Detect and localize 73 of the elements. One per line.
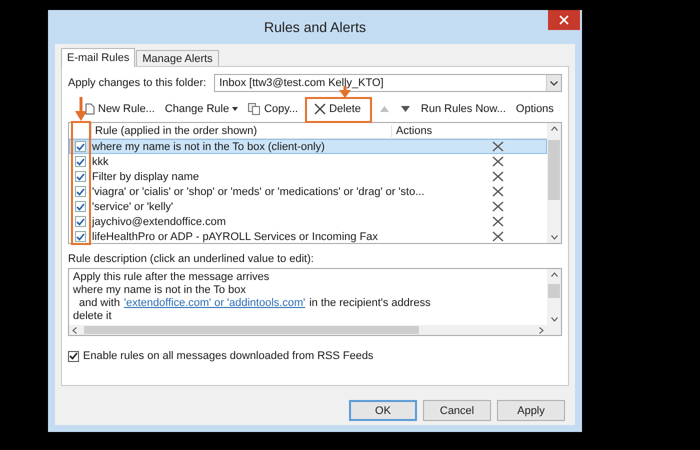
column-header: Rule (applied in the order shown) <box>92 124 392 136</box>
rule-name: Filter by display name <box>91 170 200 182</box>
rule-row[interactable]: 'service' or 'kelly' <box>69 199 547 214</box>
delete-x-icon <box>492 186 504 197</box>
tab[interactable]: E-mail Rules <box>61 48 136 67</box>
chevron-up-icon[interactable] <box>550 272 558 277</box>
scrollbar[interactable] <box>547 123 561 243</box>
new-rule-button[interactable]: New Rule... <box>82 100 158 118</box>
rule-name: kkk <box>91 156 110 168</box>
folder-dropdown[interactable]: Inbox [ttw3@test.com Kelly_KTO] <box>214 74 562 92</box>
delete-x-icon <box>492 216 504 227</box>
description-label: Rule description (click an underlined value to edit): <box>68 253 315 265</box>
delete-button[interactable]: Delete <box>311 100 364 118</box>
checkbox-label: Enable rules on all messages downloaded from RSS Feeds <box>83 350 374 362</box>
delete-x-icon <box>492 156 504 167</box>
checkbox[interactable] <box>74 231 86 242</box>
checkbox[interactable] <box>74 216 86 227</box>
chevron-down-icon[interactable] <box>550 235 558 240</box>
description-text: in the recipient's address <box>309 297 431 310</box>
copy-button[interactable]: Copy... <box>245 100 302 118</box>
rule-name: lifeHealthPro or ADP - pAYROLL Services or Incoming Fax <box>91 230 379 242</box>
delete-x-icon <box>492 141 504 152</box>
description-text: delete it <box>73 310 112 323</box>
checkbox[interactable] <box>74 141 86 152</box>
annotation-arrow <box>75 97 87 121</box>
rule-name: 'service' or 'kelly' <box>91 200 174 212</box>
checkbox[interactable] <box>68 350 79 362</box>
toolbar-button[interactable]: Run Rules Now... <box>418 100 509 118</box>
scrollbar[interactable] <box>69 325 561 335</box>
triangle-down-icon <box>400 106 410 112</box>
dialog-button[interactable]: Cancel <box>423 400 491 421</box>
triangle-up-icon <box>380 106 389 112</box>
copy-icon <box>248 103 262 115</box>
column-header: Actions <box>395 124 432 136</box>
description-text: where my name is not in the To box <box>73 284 246 297</box>
close-button[interactable] <box>548 10 580 30</box>
chevron-left-icon[interactable] <box>72 326 77 334</box>
rule-row[interactable]: 'viagra' or 'cialis' or 'shop' or 'meds' or 'medications' or 'drag' or 'sto... <box>69 184 547 199</box>
window-title: Rules and Alerts <box>264 19 366 35</box>
checkbox[interactable] <box>74 156 86 167</box>
delete-x-icon <box>314 103 326 115</box>
tab[interactable]: Manage Alerts <box>136 50 219 66</box>
folder-label: Apply changes to this folder: <box>68 77 206 89</box>
chevron-up-icon[interactable] <box>550 126 558 131</box>
checkbox[interactable] <box>74 186 86 197</box>
caret-icon <box>232 107 238 111</box>
dialog-button[interactable]: Apply <box>497 400 565 421</box>
highlight-frame <box>305 96 372 122</box>
chevron-down-icon[interactable] <box>550 317 558 322</box>
rule-row[interactable]: jaychivo@extendoffice.com <box>69 214 547 229</box>
close-icon <box>559 15 569 25</box>
dialog-button[interactable]: OK <box>349 400 417 421</box>
rule-name: 'viagra' or 'cialis' or 'shop' or 'meds' or 'medications' or 'drag' or 'sto... <box>91 186 426 198</box>
checkbox[interactable] <box>74 201 86 212</box>
toolbar-button[interactable]: Options <box>512 100 557 118</box>
rule-row[interactable]: kkk <box>69 154 547 169</box>
chevron-right-icon[interactable] <box>539 326 544 334</box>
delete-x-icon <box>492 171 504 182</box>
value-link[interactable]: 'extendoffice.com' or 'addintools.com' <box>124 297 306 310</box>
rule-name: where my name is not in the To box (client-only) <box>91 140 326 152</box>
rule-name: jaychivo@extendoffice.com <box>91 216 227 228</box>
rule-row[interactable]: Filter by display name <box>69 169 547 184</box>
rule-row[interactable]: lifeHealthPro or ADP - pAYROLL Services or Incoming Fax <box>69 229 547 244</box>
change-rule-button[interactable]: Change Rule <box>162 100 242 118</box>
rule-row[interactable]: where my name is not in the To box (client-only) <box>69 139 547 154</box>
scrollbar[interactable] <box>547 269 561 325</box>
description-text: and with <box>79 297 120 310</box>
checkbox[interactable] <box>74 171 86 182</box>
description-text: Apply this rule after the message arrives <box>73 271 270 284</box>
document-icon <box>85 103 95 115</box>
delete-x-icon <box>492 201 504 212</box>
delete-x-icon <box>492 231 504 242</box>
chevron-down-icon <box>550 80 558 86</box>
